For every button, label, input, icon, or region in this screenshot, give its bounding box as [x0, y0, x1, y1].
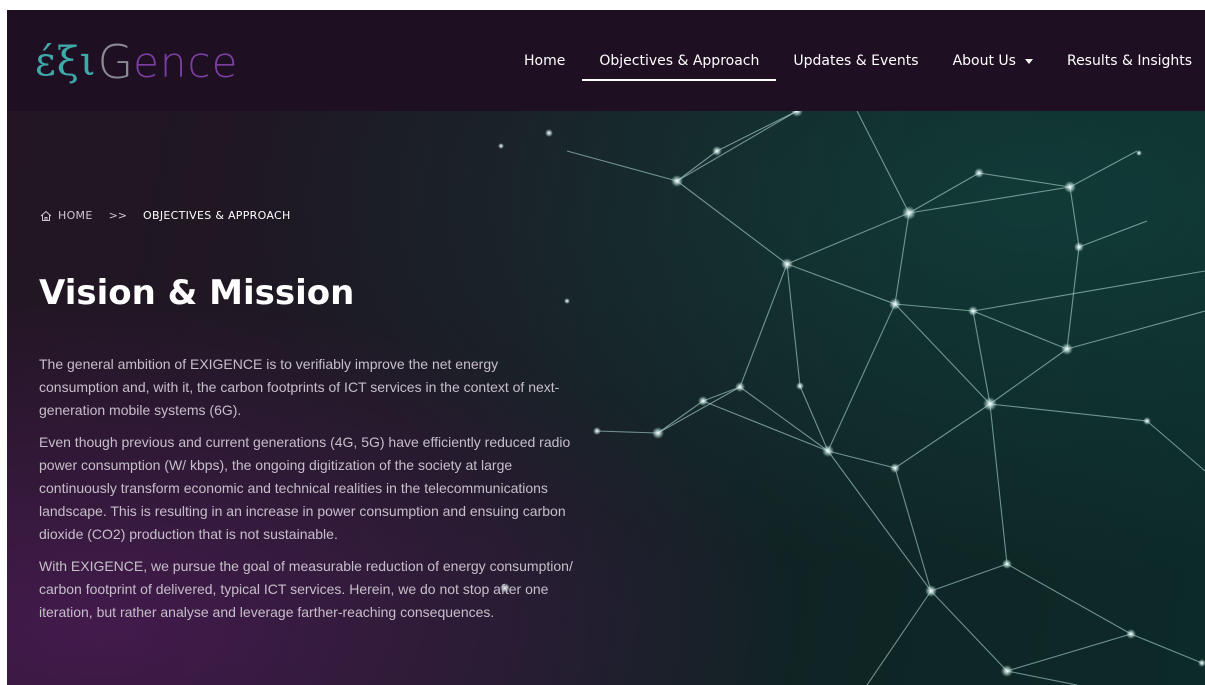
- navbar: έξι G ence Home Objectives & Approach Up…: [7, 10, 1205, 111]
- nav-item-updates-events[interactable]: Updates & Events: [776, 10, 935, 111]
- nav-item-objectives-approach[interactable]: Objectives & Approach: [582, 10, 777, 111]
- breadcrumb-home-link[interactable]: HOME: [58, 209, 93, 222]
- main-nav: Home Objectives & Approach Updates & Eve…: [507, 10, 1205, 111]
- logo-greek-text: έξι: [35, 39, 97, 85]
- logo-ence-text: ence: [133, 37, 239, 87]
- nav-item-about-us[interactable]: About Us: [936, 10, 1050, 111]
- page-content: The general ambition of EXIGENCE is to v…: [39, 353, 579, 633]
- breadcrumb: HOME >> OBJECTIVES & APPROACH: [40, 209, 291, 222]
- home-icon[interactable]: [40, 210, 52, 222]
- page-title: Vision & Mission: [39, 273, 355, 313]
- page-frame: έξι G ence Home Objectives & Approach Up…: [7, 10, 1205, 685]
- hero-section: HOME >> OBJECTIVES & APPROACH Vision & M…: [7, 111, 1205, 685]
- nav-item-results-insights[interactable]: Results & Insights: [1050, 10, 1205, 111]
- paragraph-generations: Even though previous and current generat…: [39, 434, 571, 542]
- caret-down-icon: [1024, 59, 1033, 64]
- logo-g-text: G: [97, 35, 134, 89]
- paragraph-goal: With EXIGENCE, we pursue the goal of mea…: [39, 558, 573, 620]
- nav-item-home[interactable]: Home: [507, 10, 582, 111]
- breadcrumb-separator: >>: [108, 209, 128, 222]
- breadcrumb-current: OBJECTIVES & APPROACH: [143, 209, 291, 222]
- site-logo[interactable]: έξι G ence: [35, 32, 238, 92]
- nav-item-about-us-label: About Us: [952, 52, 1016, 69]
- paragraph-ambition: The general ambition of EXIGENCE is to v…: [39, 356, 560, 418]
